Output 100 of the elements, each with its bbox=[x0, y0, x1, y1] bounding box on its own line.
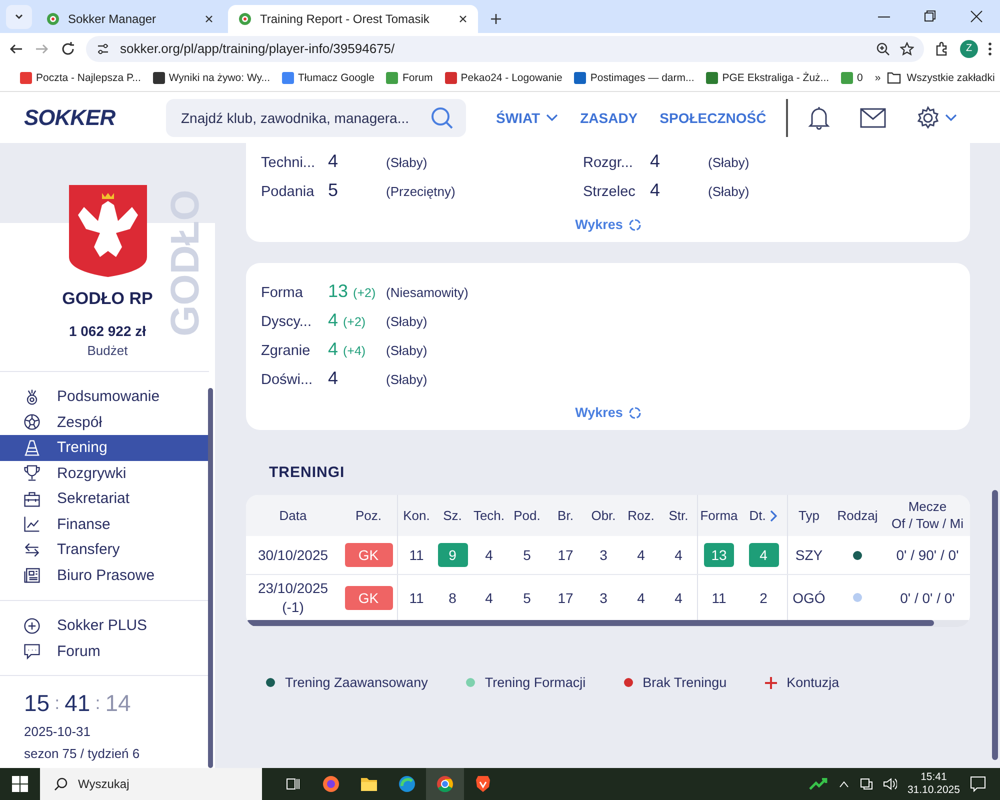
skill-label: Podania bbox=[261, 184, 316, 200]
briefcase-icon bbox=[23, 490, 41, 508]
scrollbar[interactable] bbox=[208, 388, 213, 768]
scrollbar[interactable] bbox=[246, 620, 934, 626]
taskbar-clock[interactable]: 15:41 31.10.2025 bbox=[907, 770, 960, 798]
envelope-icon[interactable] bbox=[860, 108, 886, 128]
close-icon[interactable] bbox=[204, 14, 214, 24]
plus-icon[interactable] bbox=[490, 13, 502, 25]
menu-icon[interactable] bbox=[988, 42, 992, 56]
column-header: Data bbox=[278, 507, 308, 525]
menu-item[interactable]: Rozgrywki bbox=[0, 460, 208, 486]
address-bar[interactable]: sokker.org/pl/app/training/player-info/39594675/ bbox=[86, 36, 924, 62]
cone-icon bbox=[23, 438, 41, 457]
nav-link[interactable]: ZASADY bbox=[580, 110, 638, 126]
table-cell: 4 bbox=[674, 590, 682, 606]
chrome-icon[interactable] bbox=[436, 775, 454, 793]
eagle-emblem-icon bbox=[68, 185, 146, 277]
bookmark[interactable]: Tłumacz Google bbox=[282, 72, 374, 84]
task-view-icon[interactable] bbox=[286, 777, 300, 791]
skill-value: 5 bbox=[328, 180, 340, 201]
table-cell: 3 bbox=[600, 547, 608, 563]
folder-icon[interactable] bbox=[360, 776, 378, 792]
close-icon[interactable] bbox=[458, 14, 468, 24]
table-cell: 3 bbox=[600, 590, 608, 606]
site-logo[interactable]: SOKKER bbox=[24, 104, 166, 130]
bookmark[interactable]: Forum bbox=[386, 72, 433, 84]
chat-icon bbox=[23, 642, 41, 660]
bookmark[interactable]: Wyniki na żywo: Wy... bbox=[152, 72, 270, 84]
nav-link[interactable]: SPOŁECZNOŚĆ bbox=[660, 110, 766, 126]
edge-icon[interactable] bbox=[398, 775, 416, 793]
menu-item[interactable]: Sokker PLUS bbox=[0, 613, 208, 638]
skill-level: (Słaby) bbox=[386, 155, 428, 170]
chart-link[interactable]: Wykres bbox=[575, 405, 641, 420]
column-header: Typ bbox=[787, 495, 830, 536]
windows-icon[interactable] bbox=[12, 776, 28, 792]
menu-item[interactable]: Transfery bbox=[0, 537, 208, 562]
type-cell: OGÓ bbox=[792, 590, 826, 606]
bell-icon[interactable] bbox=[808, 106, 830, 130]
star-icon[interactable] bbox=[900, 42, 914, 56]
browser-tab[interactable]: Sokker Manager bbox=[36, 5, 224, 33]
table-cell: 4 bbox=[485, 590, 493, 606]
loading-icon bbox=[628, 218, 641, 230]
trophy-icon bbox=[23, 464, 41, 482]
bookmark[interactable]: Pekao24 - Logowanie bbox=[444, 72, 562, 84]
site-settings-icon[interactable] bbox=[96, 42, 110, 56]
stat-change: (+2) bbox=[353, 286, 376, 300]
stat-level: (Słaby) bbox=[386, 343, 428, 358]
zoom-icon[interactable] bbox=[876, 42, 890, 56]
speaker-icon[interactable] bbox=[883, 777, 898, 791]
budget-amount: 1 062 922 zł bbox=[68, 323, 146, 339]
menu-item[interactable]: Sekretariat bbox=[0, 486, 208, 512]
scrollbar[interactable] bbox=[992, 490, 998, 760]
bookmark[interactable]: Postimages — darm... bbox=[574, 72, 694, 84]
taskbar-search-field[interactable]: Wyszukaj bbox=[40, 768, 262, 800]
chevron-right-icon[interactable] bbox=[770, 510, 778, 522]
skill-label: Strzelec bbox=[583, 184, 636, 200]
chevron-up-icon[interactable] bbox=[839, 780, 850, 788]
search-icon bbox=[54, 777, 68, 791]
stat-value: 13 bbox=[328, 281, 348, 302]
browser-tab[interactable]: Training Report - Orest Tomasik bbox=[228, 5, 478, 33]
bookmark[interactable]: 0 bbox=[841, 72, 863, 84]
season-text: sezon 75 / tydzień 6 bbox=[24, 746, 141, 761]
column-header: Br. bbox=[556, 507, 574, 525]
bookmark[interactable]: PGE Ekstraliga - Żuż... bbox=[706, 72, 830, 84]
notification-icon[interactable] bbox=[970, 776, 986, 792]
date-text: 2025-10-31 bbox=[24, 724, 92, 739]
skill-level: (Słaby) bbox=[708, 155, 750, 170]
firefox-icon[interactable] bbox=[322, 775, 340, 793]
menu-item[interactable]: Biuro Prasowe bbox=[0, 562, 208, 588]
more-bookmarks-button[interactable]: » bbox=[874, 72, 881, 84]
skill-level: (Przeciętny) bbox=[386, 184, 456, 199]
menu-item[interactable]: Trening bbox=[0, 435, 208, 460]
bookmark[interactable]: Poczta - Najlepsza P... bbox=[20, 72, 141, 84]
column-header: Obr. bbox=[590, 507, 617, 525]
stat-label: Forma bbox=[261, 285, 304, 301]
menu-item[interactable]: Zespół bbox=[0, 410, 208, 435]
table-cell: 4 bbox=[637, 547, 645, 563]
all-bookmarks-link[interactable]: Wszystkie zakładki bbox=[906, 72, 995, 84]
stat-label: Doświ... bbox=[261, 372, 314, 388]
profile-avatar[interactable]: Z bbox=[960, 40, 978, 58]
newspaper-icon bbox=[23, 566, 41, 584]
menu-item[interactable]: Finanse bbox=[0, 512, 208, 537]
legend-label: Trening Zaawansowany bbox=[285, 675, 428, 690]
budget-label: Budżet bbox=[87, 343, 128, 358]
table-cell: 11 bbox=[409, 590, 424, 606]
search-icon[interactable] bbox=[430, 106, 454, 130]
column-header: Forma bbox=[697, 495, 740, 536]
table-cell: 17 bbox=[558, 547, 574, 563]
menu-item[interactable]: Podsumowanie bbox=[0, 384, 208, 410]
search-field[interactable]: Znajdź klub, zawodnika, managera... bbox=[166, 98, 466, 136]
column-header: Dt. bbox=[740, 495, 787, 536]
column-header: Poz. bbox=[354, 507, 382, 525]
chart-link[interactable]: Wykres bbox=[575, 217, 641, 232]
tab-list-button[interactable] bbox=[6, 5, 32, 29]
skill-value: 4 bbox=[328, 151, 340, 172]
menu-item[interactable]: Forum bbox=[0, 638, 208, 664]
settings-icon[interactable] bbox=[916, 106, 958, 130]
reload-icon[interactable] bbox=[60, 40, 76, 56]
date-cell-text: 23/10/2025 (-1) bbox=[256, 579, 330, 616]
nav-link[interactable]: ŚWIAT bbox=[496, 110, 558, 126]
